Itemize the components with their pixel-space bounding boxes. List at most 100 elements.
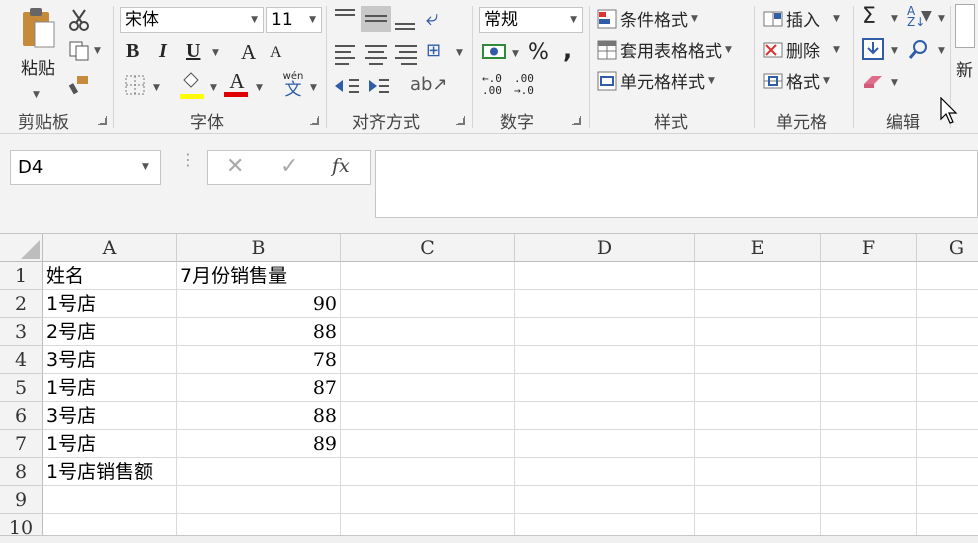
fill-down-icon[interactable] bbox=[862, 38, 884, 60]
font-launcher[interactable] bbox=[310, 116, 319, 125]
underline-dropdown-icon[interactable]: ▼ bbox=[212, 48, 219, 58]
empty-cell[interactable] bbox=[917, 290, 978, 318]
format-painter-icon[interactable] bbox=[68, 74, 90, 96]
cell-a9[interactable] bbox=[43, 486, 177, 514]
borders-icon[interactable] bbox=[124, 74, 146, 96]
cell-a10[interactable] bbox=[43, 514, 177, 535]
autosum-dropdown-icon[interactable]: ▼ bbox=[891, 14, 898, 24]
merge-center-icon[interactable]: ⊞ bbox=[426, 40, 441, 61]
empty-cell[interactable] bbox=[821, 374, 917, 402]
column-header-b[interactable]: B bbox=[177, 234, 341, 262]
number-launcher[interactable] bbox=[572, 116, 581, 125]
column-header-c[interactable]: C bbox=[341, 234, 515, 262]
number-format-select[interactable]: 常规 ▼ bbox=[479, 7, 583, 33]
empty-cell[interactable] bbox=[821, 514, 917, 535]
cell-b5[interactable]: 87 bbox=[177, 374, 341, 402]
empty-cell[interactable] bbox=[695, 486, 821, 514]
fill-down-dropdown-icon[interactable]: ▼ bbox=[891, 46, 898, 56]
empty-cell[interactable] bbox=[515, 402, 695, 430]
empty-cell[interactable] bbox=[917, 318, 978, 346]
empty-cell[interactable] bbox=[821, 486, 917, 514]
empty-cell[interactable] bbox=[341, 290, 515, 318]
empty-cell[interactable] bbox=[917, 486, 978, 514]
row-header[interactable]: 6 bbox=[0, 402, 43, 430]
orientation-icon[interactable]: ab↗ bbox=[410, 74, 448, 95]
sort-filter-dropdown-icon[interactable]: ▼ bbox=[938, 14, 945, 24]
delete-cells-button[interactable]: 删除 ▼ bbox=[763, 37, 840, 62]
name-box[interactable]: D4 bbox=[10, 150, 161, 185]
empty-cell[interactable] bbox=[917, 374, 978, 402]
cell-b10[interactable] bbox=[177, 514, 341, 535]
empty-cell[interactable] bbox=[515, 486, 695, 514]
empty-cell[interactable] bbox=[821, 262, 917, 290]
insert-cells-button[interactable]: 插入 ▼ bbox=[763, 6, 840, 31]
empty-cell[interactable] bbox=[695, 430, 821, 458]
cell-styles-button[interactable]: 单元格样式 ▼ bbox=[597, 68, 715, 93]
empty-cell[interactable] bbox=[515, 290, 695, 318]
enter-check-icon[interactable]: ✓ bbox=[280, 154, 298, 179]
empty-cell[interactable] bbox=[821, 402, 917, 430]
paste-button[interactable]: 粘贴 bbox=[12, 6, 64, 84]
empty-cell[interactable] bbox=[515, 430, 695, 458]
wrap-text-icon[interactable]: ⤶ bbox=[426, 6, 438, 31]
empty-cell[interactable] bbox=[341, 374, 515, 402]
decrease-font-button[interactable]: A bbox=[270, 44, 282, 62]
row-header[interactable]: 4 bbox=[0, 346, 43, 374]
empty-cell[interactable] bbox=[695, 318, 821, 346]
row-header[interactable]: 7 bbox=[0, 430, 43, 458]
borders-dropdown-icon[interactable]: ▼ bbox=[153, 83, 160, 93]
empty-cell[interactable] bbox=[695, 290, 821, 318]
empty-cell[interactable] bbox=[917, 458, 978, 486]
decrease-decimal-button[interactable]: .00 →.0 bbox=[514, 73, 534, 97]
phonetic-button[interactable]: wén 文 bbox=[280, 72, 306, 99]
paste-dropdown[interactable]: ▼ bbox=[33, 90, 40, 100]
clear-dropdown-icon[interactable]: ▼ bbox=[891, 78, 898, 88]
clipboard-launcher[interactable] bbox=[98, 116, 107, 125]
cell-b3[interactable]: 88 bbox=[177, 318, 341, 346]
row-header[interactable]: 9 bbox=[0, 486, 43, 514]
format-as-table-button[interactable]: 套用表格格式 ▼ bbox=[597, 37, 732, 62]
currency-dropdown-icon[interactable]: ▼ bbox=[512, 49, 519, 59]
empty-cell[interactable] bbox=[695, 262, 821, 290]
format-cells-button[interactable]: 格式 ▼ bbox=[763, 68, 830, 93]
empty-cell[interactable] bbox=[695, 346, 821, 374]
font-color-button[interactable]: A bbox=[224, 70, 250, 98]
cell-a3[interactable]: 2号店 bbox=[43, 318, 177, 346]
phonetic-dropdown-icon[interactable]: ▼ bbox=[310, 83, 317, 93]
empty-cell[interactable] bbox=[515, 262, 695, 290]
empty-cell[interactable] bbox=[917, 514, 978, 535]
cut-icon[interactable] bbox=[68, 8, 90, 32]
empty-cell[interactable] bbox=[341, 318, 515, 346]
empty-cell[interactable] bbox=[917, 402, 978, 430]
clear-eraser-icon[interactable] bbox=[862, 72, 886, 90]
cell-b8[interactable] bbox=[177, 458, 341, 486]
cell-b4[interactable]: 78 bbox=[177, 346, 341, 374]
font-size-select[interactable]: 11 ▼ bbox=[266, 7, 322, 33]
autosum-icon[interactable]: Σ bbox=[862, 4, 876, 29]
font-name-select[interactable]: 宋体 ▼ bbox=[120, 7, 264, 33]
cell-a1[interactable]: 姓名 bbox=[43, 262, 177, 290]
cell-b1[interactable]: 7月份销售量 bbox=[177, 262, 341, 290]
conditional-formatting-button[interactable]: 条件格式 ▼ bbox=[597, 6, 698, 31]
cell-a8[interactable]: 1号店销售额 bbox=[43, 458, 177, 486]
cell-b9[interactable] bbox=[177, 486, 341, 514]
insert-function-button[interactable]: fx bbox=[332, 155, 350, 177]
empty-cell[interactable] bbox=[341, 402, 515, 430]
fill-color-button[interactable] bbox=[180, 72, 206, 99]
column-header-a[interactable]: A bbox=[43, 234, 177, 262]
empty-cell[interactable] bbox=[515, 458, 695, 486]
empty-cell[interactable] bbox=[515, 374, 695, 402]
cancel-icon[interactable]: ✕ bbox=[226, 154, 244, 179]
cell-a7[interactable]: 1号店 bbox=[43, 430, 177, 458]
row-header[interactable]: 3 bbox=[0, 318, 43, 346]
row-header[interactable]: 10 bbox=[0, 514, 43, 535]
empty-cell[interactable] bbox=[917, 346, 978, 374]
empty-cell[interactable] bbox=[821, 290, 917, 318]
empty-cell[interactable] bbox=[917, 262, 978, 290]
row-header[interactable]: 8 bbox=[0, 458, 43, 486]
empty-cell[interactable] bbox=[821, 430, 917, 458]
empty-cell[interactable] bbox=[341, 262, 515, 290]
cell-a4[interactable]: 3号店 bbox=[43, 346, 177, 374]
empty-cell[interactable] bbox=[515, 514, 695, 535]
empty-cell[interactable] bbox=[515, 318, 695, 346]
